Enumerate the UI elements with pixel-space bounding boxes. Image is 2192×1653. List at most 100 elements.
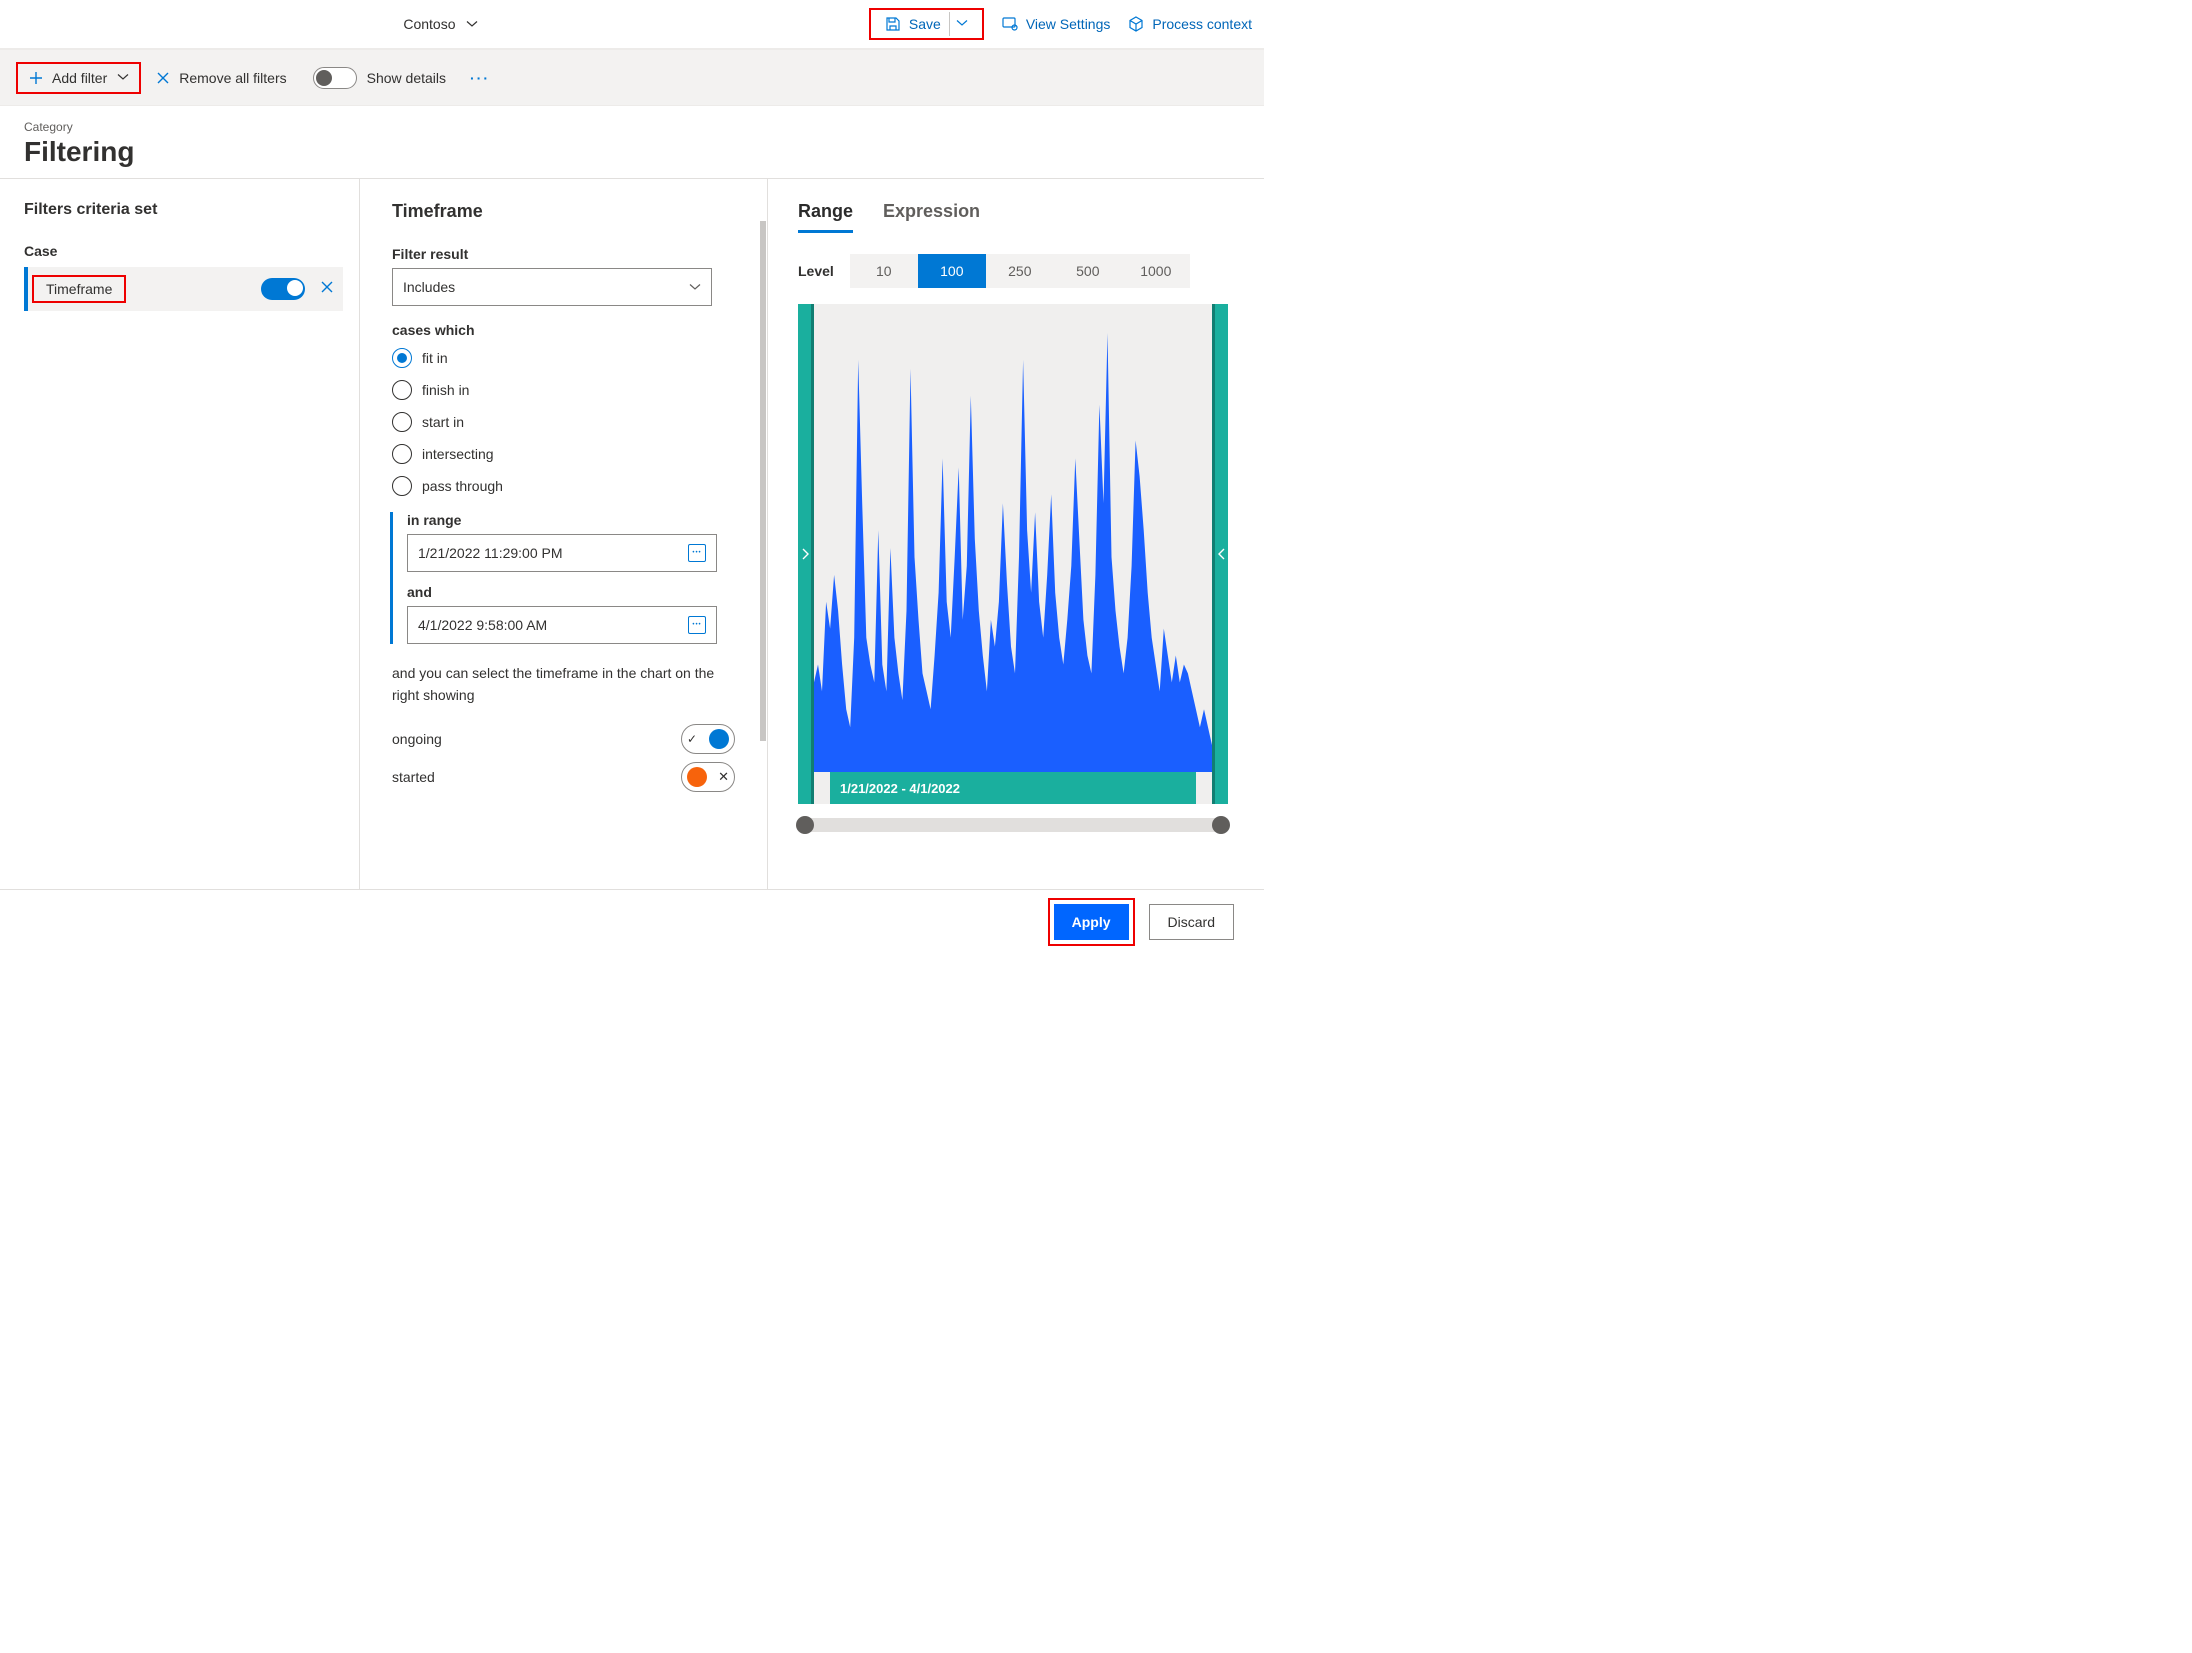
filter-row-timeframe[interactable]: Timeframe	[24, 267, 343, 311]
filter-remove-button[interactable]	[319, 279, 335, 300]
add-filter-group: Add filter	[16, 62, 141, 94]
radio-pass-through-label: pass through	[422, 478, 503, 494]
cube-icon	[1128, 16, 1144, 32]
show-details-toggle[interactable]	[313, 67, 357, 89]
ongoing-toggle[interactable]: ✓	[681, 724, 735, 754]
range-slider[interactable]	[798, 818, 1228, 832]
started-label: started	[392, 769, 435, 785]
calendar-icon[interactable]: •••	[688, 616, 706, 634]
level-btn-1000[interactable]: 1000	[1122, 254, 1190, 288]
filter-toolbar: Add filter Remove all filters Show detai…	[0, 50, 1264, 106]
save-dropdown[interactable]	[949, 12, 974, 36]
show-details-label: Show details	[367, 70, 446, 86]
filter-result-select[interactable]: Includes	[392, 268, 712, 306]
more-actions-button[interactable]: ···	[470, 70, 490, 86]
save-icon	[885, 16, 901, 32]
close-icon	[155, 70, 171, 86]
from-date-value: 1/21/2022 11:29:00 PM	[418, 545, 563, 561]
chart-area[interactable]: 1/21/2022 - 4/1/2022	[814, 304, 1212, 804]
ongoing-label: ongoing	[392, 731, 442, 747]
add-filter-dropdown[interactable]	[117, 70, 129, 86]
config-panel: Timeframe Filter result Includes cases w…	[360, 179, 768, 889]
toggle-dot-icon	[687, 767, 707, 787]
discard-button[interactable]: Discard	[1149, 904, 1234, 940]
radio-intersecting[interactable]: intersecting	[392, 444, 735, 464]
chart-left-handle[interactable]	[798, 304, 814, 804]
radio-pass-through[interactable]: pass through	[392, 476, 735, 496]
remove-all-filters-button[interactable]: Remove all filters	[155, 70, 286, 86]
footer-bar: Apply Discard	[0, 889, 1264, 953]
chevron-down-icon	[117, 71, 129, 83]
to-date-input[interactable]: 4/1/2022 9:58:00 AM •••	[407, 606, 717, 644]
chart-right-handle[interactable]	[1212, 304, 1228, 804]
level-label: Level	[798, 263, 834, 279]
criteria-group-case: Case	[24, 243, 343, 259]
chevron-right-icon	[801, 548, 809, 560]
view-settings-button[interactable]: View Settings	[1002, 16, 1111, 32]
and-label: and	[407, 584, 735, 600]
apply-button[interactable]: Apply	[1054, 904, 1129, 940]
add-filter-button[interactable]: Add filter	[28, 70, 107, 86]
filter-result-value: Includes	[403, 279, 455, 295]
save-label: Save	[909, 16, 941, 32]
filter-name: Timeframe	[46, 281, 112, 297]
radio-intersecting-label: intersecting	[422, 446, 494, 462]
radio-finish-in-label: finish in	[422, 382, 469, 398]
chart-panel: Range Expression Level 101002505001000 1…	[768, 179, 1264, 889]
calendar-icon[interactable]: •••	[688, 544, 706, 562]
add-filter-label: Add filter	[52, 70, 107, 86]
cases-which-label: cases which	[392, 322, 735, 338]
criteria-panel: Filters criteria set Case Timeframe	[0, 179, 360, 889]
save-button[interactable]: Save	[879, 12, 947, 36]
process-context-label: Process context	[1152, 16, 1252, 32]
level-btn-250[interactable]: 250	[986, 254, 1054, 288]
chevron-left-icon	[1218, 548, 1226, 560]
close-icon: ✕	[718, 769, 729, 785]
config-scrollbar[interactable]	[759, 201, 767, 869]
chart-wrap: 1/21/2022 - 4/1/2022	[798, 304, 1228, 804]
to-date-value: 4/1/2022 9:58:00 AM	[418, 617, 547, 633]
radio-start-in-label: start in	[422, 414, 464, 430]
chevron-down-icon	[689, 281, 701, 293]
filter-enabled-toggle[interactable]	[261, 278, 305, 300]
chevron-down-icon	[956, 17, 968, 29]
page-title: Filtering	[24, 136, 1240, 168]
area-path	[814, 333, 1212, 772]
tab-expression[interactable]: Expression	[883, 201, 980, 233]
toggle-dot-icon	[709, 729, 729, 749]
radio-fit-in[interactable]: fit in	[392, 348, 735, 368]
remove-all-label: Remove all filters	[179, 70, 286, 86]
level-btn-10[interactable]: 10	[850, 254, 918, 288]
close-icon	[319, 279, 335, 295]
radio-finish-in[interactable]: finish in	[392, 380, 735, 400]
plus-icon	[28, 70, 44, 86]
level-btn-100[interactable]: 100	[918, 254, 986, 288]
tenant-dropdown[interactable]: Contoso	[403, 16, 477, 32]
config-title: Timeframe	[392, 201, 735, 222]
category-label: Category	[24, 120, 1240, 134]
page-header: Category Filtering	[0, 106, 1264, 178]
apply-wrap: Apply	[1048, 898, 1135, 946]
save-group: Save	[869, 8, 984, 40]
process-context-button[interactable]: Process context	[1128, 16, 1252, 32]
tab-range[interactable]: Range	[798, 201, 853, 233]
level-btn-500[interactable]: 500	[1054, 254, 1122, 288]
filter-name-box: Timeframe	[32, 275, 126, 303]
helper-text: and you can select the timeframe in the …	[392, 662, 735, 706]
radio-fit-in-label: fit in	[422, 350, 448, 366]
radio-start-in[interactable]: start in	[392, 412, 735, 432]
chevron-down-icon	[466, 18, 478, 30]
top-bar: Contoso Save View Settings Process co	[0, 0, 1264, 50]
check-icon: ✓	[687, 732, 697, 746]
from-date-input[interactable]: 1/21/2022 11:29:00 PM •••	[407, 534, 717, 572]
filter-result-label: Filter result	[392, 246, 735, 262]
started-toggle[interactable]: ✕	[681, 762, 735, 792]
chart-range-text: 1/21/2022 - 4/1/2022	[840, 781, 960, 796]
chart-footer: 1/21/2022 - 4/1/2022	[830, 772, 1196, 804]
range-thumb-end[interactable]	[1212, 816, 1230, 834]
in-range-label: in range	[407, 512, 735, 528]
tenant-name: Contoso	[403, 16, 455, 32]
view-settings-label: View Settings	[1026, 16, 1111, 32]
screen-gear-icon	[1002, 16, 1018, 32]
range-thumb-start[interactable]	[796, 816, 814, 834]
